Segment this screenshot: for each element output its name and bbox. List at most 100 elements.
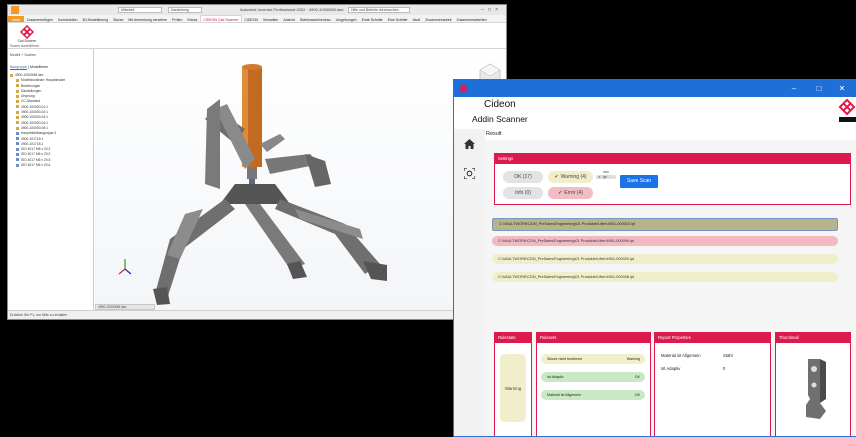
- ribbon-tab[interactable]: Prüfen: [170, 16, 185, 22]
- inventor-window-controls[interactable]: –□×: [481, 5, 502, 15]
- tree-item-label: 4900-100000-04:1: [21, 120, 48, 125]
- maximize-button[interactable]: □: [807, 80, 831, 97]
- ribbon-tab[interactable]: Ansicht: [281, 16, 297, 22]
- ruleset-row[interactable]: Material ist Allgemein OK: [541, 390, 645, 400]
- part-icon: [16, 116, 19, 119]
- cad-scanner-label: Cad Scanner: [17, 39, 37, 43]
- ribbon-tabs: Datei Zusammenfügen Konstruktion 3D-Modelli…: [8, 15, 506, 23]
- ribbon-tab[interactable]: Eine Schritte: [385, 16, 410, 22]
- part-icon: [16, 100, 19, 104]
- tree-item-label: Modellzustände: Hauptansicht: [21, 78, 66, 83]
- filter-error-button[interactable]: ✔ Error (4): [548, 187, 593, 199]
- file-type-toggle[interactable]: iam ✔ ipt: [596, 170, 616, 188]
- ribbon-tab[interactable]: Zusammenarbeiten: [454, 16, 489, 22]
- home-icon: [464, 138, 475, 149]
- settings-panel: Settings OK (17) ✔ Warning (4) Info (0) ✔…: [494, 153, 851, 205]
- filter-warning-button[interactable]: ✔ Warning (4): [548, 171, 593, 183]
- tree-item-label: Ursprung: [21, 94, 35, 99]
- part-icon: [16, 142, 19, 146]
- tree-item-label: 4900-101716:1: [21, 136, 44, 141]
- ribbon-tab[interactable]: CIDEON Cad Scanner: [199, 15, 242, 22]
- ruleset-row[interactable]: Ist Adaptiv OK: [541, 372, 645, 382]
- scan-button[interactable]: [461, 165, 478, 182]
- rulestate-badge: Warning: [500, 354, 526, 422]
- ribbon-tab[interactable]: Zusammenfügen: [24, 16, 55, 22]
- ribbon-tab[interactable]: Stahlmaschinenbau: [297, 16, 333, 22]
- tree-item-label: Hauptmittelbaugruppe:1: [21, 131, 57, 136]
- tree-item[interactable]: ISO 4017 M6 x 20:4: [10, 163, 94, 168]
- ribbon-tab[interactable]: Mit Anmerkung versehen: [126, 16, 170, 22]
- tab-result[interactable]: Result: [486, 131, 502, 137]
- browser-tab-assembly[interactable]: Baugruppe: [10, 65, 27, 69]
- report-header: Report Properties: [655, 333, 770, 343]
- thumbnail-header: Thumbnail: [776, 333, 850, 343]
- ruleset-name: Material ist Allgemein: [547, 393, 581, 397]
- save-scan-button[interactable]: Save Scan: [620, 175, 658, 188]
- ribbon-tab[interactable]: Zusammenarbeit: [423, 16, 454, 22]
- file-row[interactable]: C:\VAULTWORK\CDN_PreSales\Engineering\01…: [492, 218, 838, 231]
- browser-search[interactable]: Suchen: [24, 53, 36, 57]
- part-icon: [16, 158, 19, 162]
- toggle-ipt-option[interactable]: ✔ ipt: [596, 175, 616, 179]
- filter-ok-button[interactable]: OK (17): [503, 171, 543, 183]
- tree-item-label: Beziehungen: [21, 83, 41, 88]
- part-thumbnail: [806, 359, 826, 419]
- cideon-subtitle: Addin Scanner: [472, 114, 528, 124]
- rulesets-header: Rulesets: [537, 333, 650, 343]
- checkmark-icon: ✔: [554, 174, 559, 180]
- ribbon-tab[interactable]: Erste Schritte: [359, 16, 385, 22]
- ruleset-status: OK: [634, 375, 640, 379]
- ribbon-tab[interactable]: CIDEON: [242, 16, 261, 22]
- filter-info-button[interactable]: Info (0): [503, 187, 543, 199]
- tree-item-label: 4900-100000M.iam: [15, 73, 44, 77]
- lifter-model-render: [118, 63, 501, 305]
- checkmark-icon: ✔: [598, 175, 601, 179]
- part-icon: [16, 147, 19, 151]
- part-icon: [16, 121, 19, 125]
- help-search-input[interactable]: Hilfe und Befehle durchsuchen: [348, 7, 410, 13]
- ribbon-tab[interactable]: Skizze: [111, 16, 126, 22]
- part-icon: [16, 94, 19, 98]
- browser-header-label: Modell: [10, 53, 21, 57]
- tree-item-label: 4900-100000-05:1: [21, 125, 48, 130]
- quick-search-input[interactable]: Mitarbeit: [118, 7, 162, 13]
- quick-access-dropdown[interactable]: Darstellung: [168, 7, 202, 13]
- ruleset-name: Skizze nicht bestimmt: [547, 357, 582, 361]
- model-browser: Modell + Suchen Baugruppe | Modellieren …: [8, 49, 94, 319]
- browser-header: Modell + Suchen: [10, 53, 37, 57]
- ruleset-status: Warning: [626, 357, 640, 361]
- ribbon-tab[interactable]: Extras: [185, 16, 200, 22]
- filter-warning-label: Warning (4): [560, 174, 587, 180]
- close-button[interactable]: ✕: [830, 80, 854, 97]
- file-row[interactable]: C:\VAULTWORK\CDN_PreSales\Engineering\01…: [492, 236, 838, 246]
- browser-tab-modeling[interactable]: Modellieren: [30, 65, 48, 69]
- ribbon-tab[interactable]: 3D-Modellierung: [80, 16, 111, 22]
- tree-item-label: 4900-100000-01:1: [21, 104, 48, 109]
- part-icon: [16, 110, 19, 114]
- ribbon-tab[interactable]: Konstruktion: [55, 16, 79, 22]
- settings-header: Settings: [495, 154, 850, 164]
- ribbon-group-label: Scans durchführen: [10, 44, 40, 48]
- file-row[interactable]: C:\VAULTWORK\CDN_PreSales\Engineering\01…: [492, 254, 838, 264]
- ribbon-tab[interactable]: Umgebungen: [333, 16, 359, 22]
- ruleset-row[interactable]: Skizze nicht bestimmt Warning: [541, 354, 645, 364]
- part-icon: [16, 89, 19, 93]
- thumbnail-panel: Thumbnail: [775, 332, 851, 436]
- ribbon-tab[interactable]: Vault: [410, 16, 423, 22]
- home-button[interactable]: [461, 135, 478, 152]
- ribbon-panel: Cad Scanner: [8, 23, 506, 49]
- tree-item-label: 4900-100000-03:1: [21, 115, 48, 120]
- cideon-sidebar: [454, 129, 485, 436]
- inventor-window: Mitarbeit Darstellung Autodesk Inventor …: [7, 4, 507, 320]
- cideon-brand-logo: [838, 98, 856, 122]
- ribbon-tab[interactable]: Datei: [8, 16, 25, 22]
- file-row[interactable]: C:\VAULTWORK\CDN_PreSales\Engineering\01…: [492, 272, 838, 282]
- tree-item-label: 4900-101718:1: [21, 141, 44, 146]
- 3d-viewport[interactable]: [95, 49, 506, 311]
- status-bar: Drücken Sie F1, um Hilfe zu erhalten: [8, 310, 506, 319]
- axis-triad-icon: [118, 259, 132, 275]
- part-icon: [16, 84, 19, 88]
- minimize-button[interactable]: –: [782, 80, 806, 97]
- ribbon-tab[interactable]: Verwalten: [261, 16, 281, 22]
- toggle-iam-label[interactable]: iam: [596, 170, 616, 174]
